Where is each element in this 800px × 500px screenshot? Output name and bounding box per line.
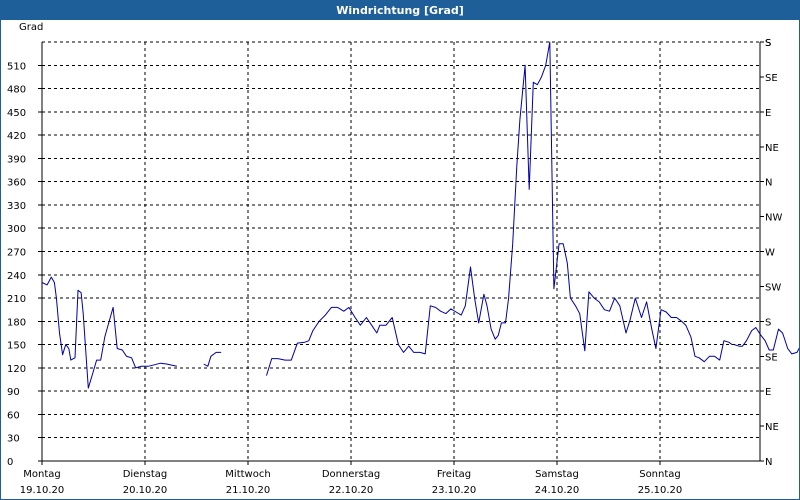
series-line [41, 276, 178, 389]
y-tick-label: 450 [7, 108, 26, 119]
x-date-label: 25.10.20 [638, 485, 683, 496]
y-tick-label: 300 [7, 224, 26, 235]
x-day-label: Mittwoch [225, 469, 270, 480]
y-tick-label: 0 [7, 457, 13, 468]
series-line [203, 351, 222, 367]
y-tick-label: 120 [7, 364, 26, 375]
x-day-label: Donnerstag [322, 469, 380, 480]
y-axis-label: Grad [19, 22, 43, 33]
chart-window: Windrichtung [Grad] 0 30 60 90 120 150 180 210 2… [0, 0, 800, 500]
right-axis-label: NE [765, 143, 779, 154]
right-axis-label: NW [765, 213, 782, 224]
x-date-label: 22.10.20 [329, 485, 374, 496]
x-day-label: Dienstag [123, 469, 168, 480]
y-tick-label: 480 [7, 85, 26, 96]
x-date-label: 24.10.20 [535, 485, 580, 496]
x-day-label: Freitag [437, 469, 471, 480]
y-tick-label: 150 [7, 341, 26, 352]
y-tick-label: 390 [7, 154, 26, 165]
right-axis-label: S [765, 38, 771, 49]
y-tick-label: 510 [7, 61, 26, 72]
right-axis-label: E [765, 108, 771, 119]
y-tick-label: 210 [7, 294, 26, 305]
x-day-label: Samstag [535, 469, 579, 480]
right-axis-label: SE [765, 352, 778, 363]
axes [38, 41, 764, 465]
chart-title: Windrichtung [Grad] [1, 1, 799, 20]
y-tick-label: 240 [7, 271, 26, 282]
axis-labels: 0 30 60 90 120 150 180 210 240 270 300 330 360 390 420… [7, 22, 782, 496]
y-tick-label: 30 [7, 434, 20, 445]
right-axis-label: NE [765, 422, 779, 433]
grid-lines [42, 41, 760, 461]
x-date-label: 23.10.20 [432, 485, 477, 496]
wind-direction-chart: 0 30 60 90 120 150 180 210 240 270 300 330 360 390 420… [7, 22, 799, 496]
y-tick-label: 420 [7, 131, 26, 142]
right-axis-label: SE [765, 73, 778, 84]
y-tick-label: 360 [7, 178, 26, 189]
y-tick-label: 270 [7, 248, 26, 259]
y-tick-label: 330 [7, 201, 26, 212]
y-tick-label: 60 [7, 410, 20, 421]
y-tick-label: 90 [7, 387, 20, 398]
x-date-label: 21.10.20 [226, 485, 271, 496]
series-line [266, 41, 733, 376]
y-tick-label: 180 [7, 317, 26, 328]
right-axis-label: SW [765, 282, 781, 293]
x-day-label: Montag [23, 469, 60, 480]
right-axis-label: N [765, 178, 772, 189]
right-axis-label: E [765, 387, 771, 398]
right-axis-label: S [765, 317, 771, 328]
x-date-label: 20.10.20 [123, 485, 168, 496]
x-date-label: 19.10.20 [20, 485, 65, 496]
right-axis-label: W [765, 248, 775, 259]
series-layer [41, 41, 799, 389]
x-day-label: Sonntag [639, 469, 681, 480]
right-axis-label: N [765, 457, 772, 468]
